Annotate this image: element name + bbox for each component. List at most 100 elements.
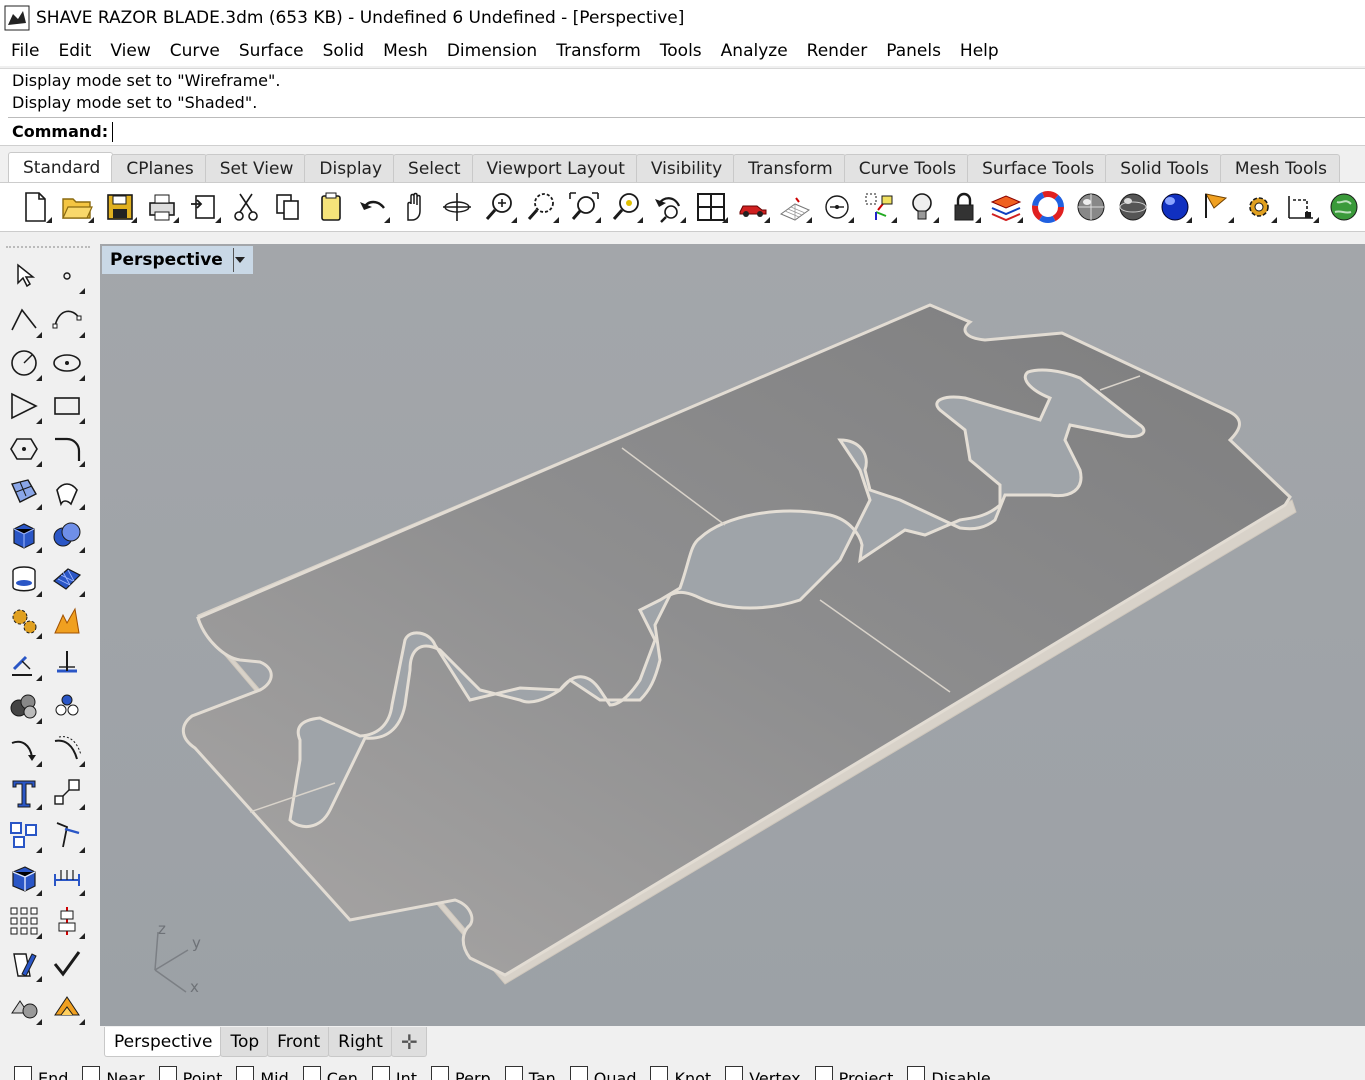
osnap-checkbox[interactable] xyxy=(82,1066,101,1080)
render-sphere-dark-button[interactable] xyxy=(1112,185,1154,229)
tab-display[interactable]: Display xyxy=(304,154,396,182)
rotate-tool[interactable] xyxy=(47,815,87,855)
render-sphere-gray-button[interactable] xyxy=(1069,185,1111,229)
color-wheel-button[interactable] xyxy=(1027,185,1069,229)
perspective-viewport[interactable]: Perspective z y x xyxy=(100,244,1365,1026)
array-tool[interactable] xyxy=(4,815,44,855)
osnap-checkbox[interactable] xyxy=(814,1066,833,1080)
tab-set-view[interactable]: Set View xyxy=(204,154,307,182)
tab-curve-tools[interactable]: Curve Tools xyxy=(843,154,970,182)
trim-tool[interactable] xyxy=(4,643,44,683)
menu-file[interactable]: File xyxy=(2,41,49,61)
osnap-checkbox[interactable] xyxy=(504,1066,523,1080)
gumball-button[interactable] xyxy=(858,185,900,229)
layer-button[interactable] xyxy=(985,185,1027,229)
zoom-window-button[interactable] xyxy=(521,185,563,229)
menu-mesh[interactable]: Mesh xyxy=(374,41,438,61)
surface-from-points-tool[interactable] xyxy=(4,472,44,512)
dimension-tool-tool[interactable] xyxy=(47,858,87,898)
view-tab-right[interactable]: Right xyxy=(328,1027,392,1057)
osnap-end[interactable]: End xyxy=(14,1062,68,1080)
object-snap-button[interactable] xyxy=(816,185,858,229)
viewport-title[interactable]: Perspective xyxy=(102,246,253,274)
osnap-perp[interactable]: Perp xyxy=(431,1062,491,1080)
tab-visibility[interactable]: Visibility xyxy=(635,154,736,182)
menu-panels[interactable]: Panels xyxy=(877,41,951,61)
osnap-cen[interactable]: Cen xyxy=(302,1062,358,1080)
polygon-tool[interactable] xyxy=(4,429,44,469)
osnap-mid[interactable]: Mid xyxy=(236,1062,289,1080)
osnap-checkbox[interactable] xyxy=(371,1066,390,1080)
pan-hand-button[interactable] xyxy=(394,185,436,229)
dimension-button[interactable] xyxy=(1281,185,1323,229)
polyline-tool[interactable] xyxy=(4,300,44,340)
rectangle-tool[interactable] xyxy=(47,386,87,426)
osnap-int[interactable]: Int xyxy=(371,1062,417,1080)
osnap-checkbox[interactable] xyxy=(14,1066,32,1080)
tab-solid-tools[interactable]: Solid Tools xyxy=(1105,154,1222,182)
scale-tool[interactable] xyxy=(47,772,87,812)
menu-surface[interactable]: Surface xyxy=(230,41,314,61)
text-tool[interactable] xyxy=(4,772,44,812)
osnap-quad[interactable]: Quad xyxy=(569,1062,636,1080)
menu-edit[interactable]: Edit xyxy=(49,41,101,61)
osnap-point[interactable]: Point xyxy=(158,1062,222,1080)
mesh-plane-tool[interactable] xyxy=(47,559,87,599)
rotate-view-button[interactable] xyxy=(436,185,478,229)
fillet-curve-tool[interactable] xyxy=(47,429,87,469)
osnap-checkbox[interactable] xyxy=(158,1066,177,1080)
flag-button[interactable] xyxy=(1196,185,1238,229)
tab-standard[interactable]: Standard xyxy=(8,152,114,182)
osnap-tan[interactable]: Tan xyxy=(504,1062,556,1080)
settings-gear-button[interactable] xyxy=(1238,185,1280,229)
zoom-extents-button[interactable] xyxy=(563,185,605,229)
view-tab-front[interactable]: Front xyxy=(267,1027,330,1057)
point-tool[interactable] xyxy=(47,256,87,296)
arc-tool[interactable] xyxy=(4,386,44,426)
tab-select[interactable]: Select xyxy=(393,154,474,182)
tab-mesh-tools[interactable]: Mesh Tools xyxy=(1219,154,1340,182)
render-spheres-tool[interactable] xyxy=(4,686,44,726)
add-viewport-tab-button[interactable]: ✛ xyxy=(390,1027,427,1057)
menu-help[interactable]: Help xyxy=(951,41,1009,61)
osnap-checkbox[interactable] xyxy=(650,1066,669,1080)
save-button[interactable] xyxy=(98,185,140,229)
boolean-tool[interactable] xyxy=(47,515,87,555)
circle-tool[interactable] xyxy=(4,343,44,383)
select-arrow-tool[interactable] xyxy=(4,256,44,296)
analysis-tool[interactable] xyxy=(47,987,87,1027)
menu-view[interactable]: View xyxy=(101,41,160,61)
command-input[interactable]: Command: xyxy=(8,117,1365,145)
undo-button[interactable] xyxy=(352,185,394,229)
group-tool[interactable] xyxy=(47,686,87,726)
osnap-checkbox[interactable] xyxy=(907,1066,926,1080)
new-file-button[interactable] xyxy=(14,185,56,229)
view-tab-perspective[interactable]: Perspective xyxy=(104,1027,222,1057)
menu-curve[interactable]: Curve xyxy=(161,41,230,61)
grid-plane-button[interactable] xyxy=(774,185,816,229)
view-tab-top[interactable]: Top xyxy=(220,1027,269,1057)
menu-solid[interactable]: Solid xyxy=(314,41,374,61)
curve-tool[interactable] xyxy=(47,300,87,340)
viewport-menu-dropdown[interactable] xyxy=(232,248,247,272)
extrude-surface-tool[interactable] xyxy=(47,472,87,512)
osnap-checkbox[interactable] xyxy=(236,1066,255,1080)
copy-button[interactable] xyxy=(267,185,309,229)
import-button[interactable] xyxy=(183,185,225,229)
osnap-project[interactable]: Project xyxy=(814,1062,893,1080)
align-tool[interactable] xyxy=(47,901,87,941)
osnap-checkbox[interactable] xyxy=(302,1066,321,1080)
check-tool[interactable] xyxy=(47,944,87,984)
grid-array-tool[interactable] xyxy=(4,901,44,941)
toolbar-grip[interactable] xyxy=(6,246,90,252)
paste-button[interactable] xyxy=(310,185,352,229)
print-button[interactable] xyxy=(141,185,183,229)
menu-render[interactable]: Render xyxy=(798,41,878,61)
cylinder-tool[interactable] xyxy=(4,559,44,599)
zoom-dynamic-button[interactable] xyxy=(478,185,520,229)
render-sphere-blue-button[interactable] xyxy=(1154,185,1196,229)
box-solid-tool[interactable] xyxy=(4,515,44,555)
osnap-vertex[interactable]: Vertex xyxy=(725,1062,801,1080)
box-edit-tool[interactable] xyxy=(4,858,44,898)
car-button[interactable] xyxy=(732,185,774,229)
